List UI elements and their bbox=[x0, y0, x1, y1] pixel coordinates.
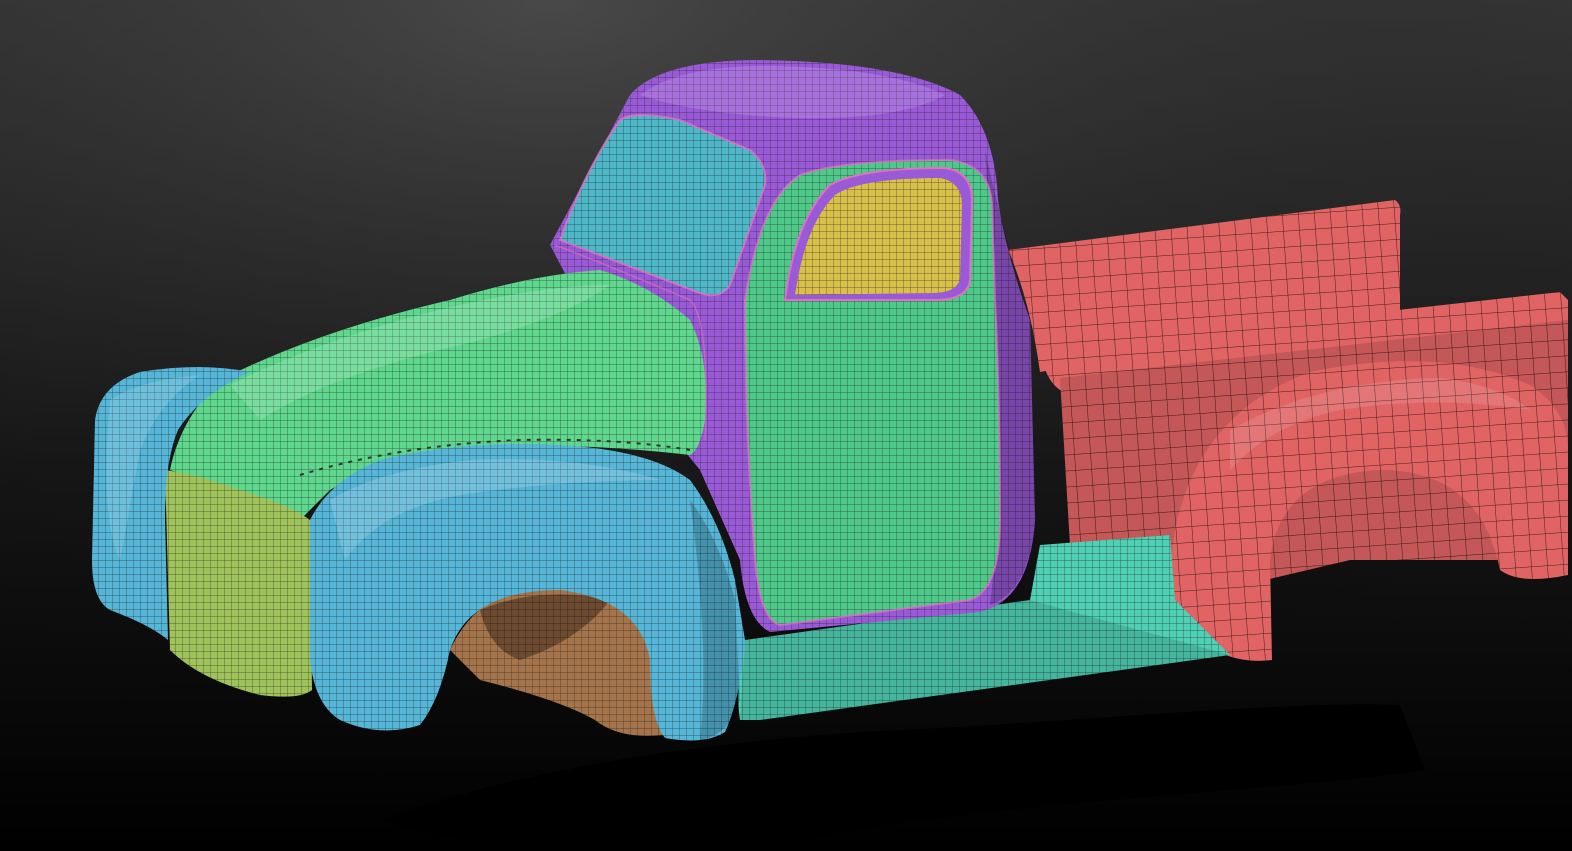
3d-viewport[interactable] bbox=[0, 0, 1572, 851]
truck-mesh-render[interactable] bbox=[0, 0, 1572, 851]
